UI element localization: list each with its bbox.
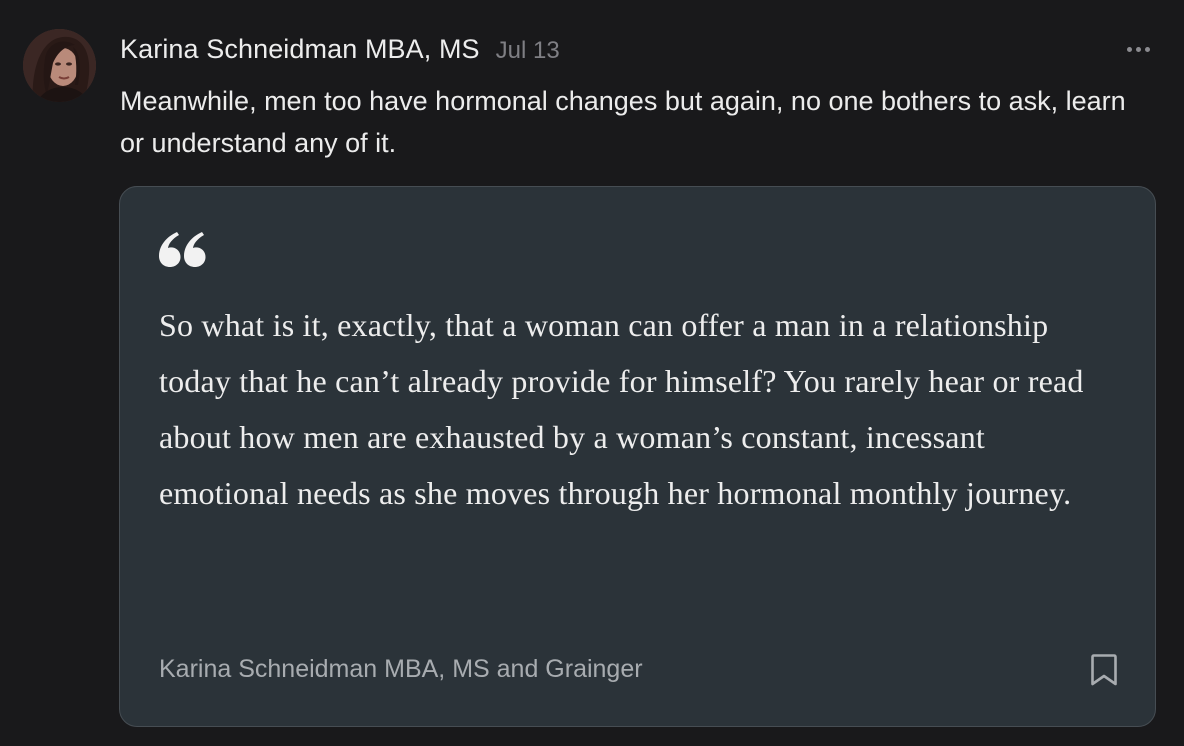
- quote-card[interactable]: So what is it, exactly, that a woman can…: [119, 186, 1156, 727]
- user-photo-avatar-icon: [23, 29, 96, 102]
- ellipsis-icon: [1126, 46, 1132, 52]
- ellipsis-icon: [1135, 46, 1141, 52]
- quotation-mark-icon: [159, 232, 206, 267]
- post-date[interactable]: Jul 13: [496, 37, 560, 65]
- more-options-button[interactable]: [1120, 34, 1156, 64]
- comment-header: Karina Schneidman MBA, MS Jul 13: [120, 34, 560, 68]
- comment-text: Meanwhile, men too have hormonal changes…: [120, 86, 1126, 158]
- author-name[interactable]: Karina Schneidman MBA, MS: [120, 34, 480, 65]
- avatar[interactable]: [23, 29, 96, 102]
- quote-attribution[interactable]: Karina Schneidman MBA, MS and Grainger: [159, 655, 643, 684]
- quote-text: So what is it, exactly, that a woman can…: [159, 307, 1084, 511]
- bookmark-icon[interactable]: [1090, 653, 1118, 687]
- ellipsis-icon: [1144, 46, 1150, 52]
